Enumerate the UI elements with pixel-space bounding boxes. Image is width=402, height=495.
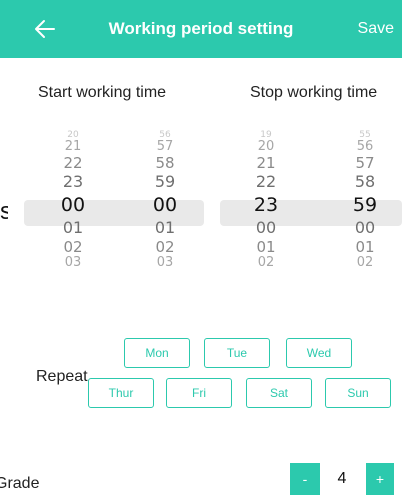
wheel-item[interactable]: 58 [135, 154, 195, 172]
day-button-fri[interactable]: Fri [166, 378, 232, 408]
repeat-label: Repeat [36, 368, 88, 385]
wheel-item[interactable]: 56 [335, 140, 395, 154]
wheel-item-selected[interactable]: 00 [43, 192, 103, 218]
app-header: Working period setting Save [0, 0, 402, 58]
start-minute-wheel[interactable]: 56 57 58 59 00 01 02 03 [135, 130, 195, 270]
day-button-sun[interactable]: Sun [325, 378, 391, 408]
grade-label: Grade [0, 475, 40, 492]
day-button-wed[interactable]: Wed [286, 338, 352, 368]
page-title: Working period setting [108, 19, 294, 38]
wheel-item-selected[interactable]: 00 [135, 192, 195, 218]
day-button-mon[interactable]: Mon [124, 338, 190, 368]
day-button-thur[interactable]: Thur [88, 378, 154, 408]
wheel-item[interactable]: 22 [236, 172, 296, 192]
grade-decrement-button[interactable]: - [290, 463, 320, 495]
wheel-item[interactable]: 57 [135, 140, 195, 154]
wheel-item[interactable]: 58 [335, 172, 395, 192]
wheel-item[interactable]: 23 [43, 172, 103, 192]
wheel-item[interactable]: 02 [335, 256, 395, 270]
wheel-item[interactable]: 02 [135, 238, 195, 256]
grade-value: 4 [337, 470, 347, 487]
wheel-item[interactable]: 00 [236, 218, 296, 238]
cut-off-text: s. [0, 198, 8, 225]
wheel-item[interactable]: 00 [335, 218, 395, 238]
wheel-item[interactable]: 01 [335, 238, 395, 256]
wheel-item[interactable]: 59 [135, 172, 195, 192]
wheel-item[interactable]: 21 [43, 140, 103, 154]
wheel-item[interactable]: 03 [43, 256, 103, 270]
wheel-item[interactable]: 57 [335, 154, 395, 172]
wheel-item-selected[interactable]: 59 [335, 192, 395, 218]
stop-time-label: Stop working time [250, 84, 378, 101]
wheel-item[interactable]: 01 [236, 238, 296, 256]
wheel-item-selected[interactable]: 23 [236, 192, 296, 218]
wheel-item[interactable]: 03 [135, 256, 195, 270]
grade-increment-button[interactable]: + [366, 463, 394, 495]
wheel-item[interactable]: 22 [43, 154, 103, 172]
wheel-item[interactable]: 01 [43, 218, 103, 238]
wheel-item[interactable]: 01 [135, 218, 195, 238]
start-time-label: Start working time [38, 84, 167, 101]
wheel-item[interactable]: 02 [236, 256, 296, 270]
wheel-item[interactable]: 02 [43, 238, 103, 256]
stop-minute-wheel[interactable]: 55 56 57 58 59 00 01 02 [335, 130, 395, 270]
wheel-item[interactable]: 21 [236, 154, 296, 172]
day-button-tue[interactable]: Tue [204, 338, 270, 368]
start-hour-wheel[interactable]: 20 21 22 23 00 01 02 03 [43, 130, 103, 270]
save-button[interactable]: Save [358, 0, 394, 58]
stop-hour-wheel[interactable]: 19 20 21 22 23 00 01 02 [236, 130, 296, 270]
day-button-sat[interactable]: Sat [246, 378, 312, 408]
wheel-item[interactable]: 20 [236, 140, 296, 154]
